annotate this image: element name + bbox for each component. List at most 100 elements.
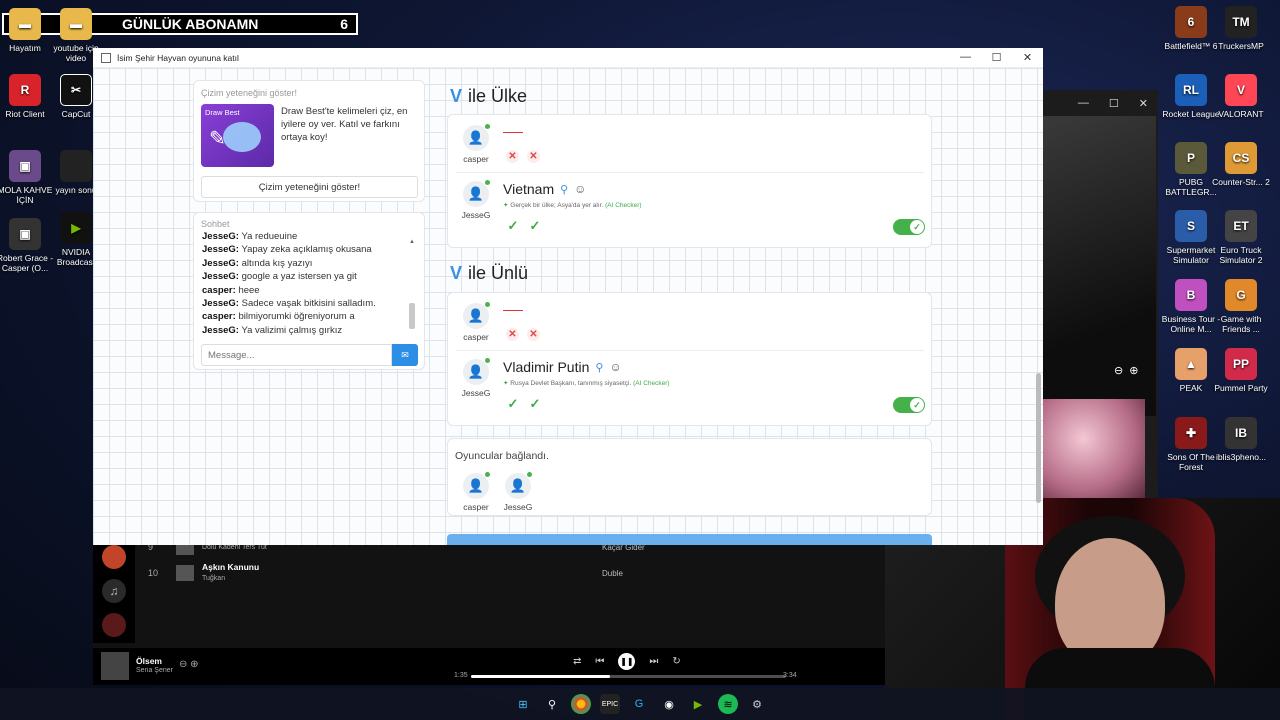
draw-best-image[interactable]: Draw Best ✎ [201, 104, 274, 167]
sons-of-forest-icon: ✚ [1175, 417, 1207, 449]
music-note-icon[interactable]: ♫ [102, 579, 126, 603]
minimize-icon[interactable]: — [1078, 97, 1089, 109]
reject-icon[interactable]: ✕ [506, 328, 519, 341]
secondary-window-controls: — ☐ ✕ [1040, 90, 1158, 116]
show-drawing-button[interactable]: Çizim yeteneğini göster! [201, 176, 418, 198]
approve-icon[interactable]: ✓ [528, 396, 542, 411]
desktop-icon-pummel-party[interactable]: PP Pummel Party [1208, 348, 1274, 393]
approve-icon[interactable]: ✓ [506, 218, 520, 233]
promo-heading: Çizim yeteneğini göster! [201, 88, 298, 98]
playlist-cover-icon[interactable] [102, 545, 126, 569]
emoji-icon[interactable]: ☺ [609, 360, 621, 374]
chat-message: JesseG: google a yaz istersen ya git [202, 271, 357, 283]
chat-message: JesseG: Ya redueuine [202, 231, 298, 242]
send-message-button[interactable]: ✉ [392, 344, 418, 366]
vote-marks: ✕ ✕ [506, 150, 540, 163]
obs-icon[interactable]: ◉ [659, 694, 679, 714]
close-icon[interactable]: ✕ [1012, 51, 1043, 64]
zoom-controls[interactable]: ⊖⊕ [1114, 364, 1144, 377]
emoji-icon[interactable]: ☺ [574, 182, 586, 196]
user-icon: 👤 [463, 358, 490, 385]
secondary-window: — ☐ ✕ ⊖⊕ [1040, 90, 1158, 498]
chrome-icon[interactable] [571, 694, 591, 714]
chat-scrollbar[interactable]: ▲ [409, 239, 415, 333]
reject-icon[interactable]: ✕ [527, 328, 540, 341]
close-icon[interactable]: ✕ [1139, 97, 1148, 110]
player-jesseg: 👤 JesseG [458, 180, 494, 220]
windows-start-icon[interactable]: ⊞ [513, 694, 533, 714]
pause-button[interactable]: ❚❚ [618, 653, 636, 670]
chat-message-input[interactable] [201, 344, 392, 366]
track-row[interactable]: 10 Aşkın Kanunu Tuğkan Duble [148, 562, 848, 582]
empty-answer [503, 132, 523, 133]
pummel-party-icon: PP [1225, 348, 1257, 380]
chat-message: JesseG: Yapay zeka açıklamış okusana [202, 244, 372, 256]
approve-icon[interactable]: ✓ [506, 396, 520, 411]
now-playing-artist[interactable]: Sena Şener [136, 667, 173, 674]
main-scrollbar[interactable] [1035, 73, 1041, 543]
primary-action-button[interactable] [447, 534, 932, 545]
desktop-icon-truckersmp[interactable]: TM TruckersMP [1208, 6, 1274, 51]
reject-icon[interactable]: ✕ [527, 150, 540, 163]
search-icon[interactable]: ⚲ [542, 694, 562, 714]
player-casper: 👤 casper [458, 302, 494, 342]
elapsed-time: 1:35 [454, 672, 468, 679]
like-remove-icons[interactable]: ⊖ ⊕ [179, 659, 199, 670]
answer-valid-toggle[interactable]: ✓ [893, 397, 925, 413]
image-file-icon: ▣ [9, 218, 41, 250]
sparkle-icon: ✦ [503, 202, 509, 209]
chat-message: casper: bilmiyorumki öğreniyorum a [202, 311, 355, 323]
settings-gear-icon[interactable]: ⚙ [747, 694, 767, 714]
shuffle-icon[interactable]: ⇄ [573, 656, 581, 667]
maximize-icon[interactable]: ☐ [981, 51, 1012, 64]
reject-icon[interactable]: ✕ [506, 150, 519, 163]
game-window: İsim Şehir Hayvan oyununa katıl — ☐ ✕ Çi… [93, 48, 1043, 545]
next-icon[interactable]: ⏭ [649, 656, 658, 667]
search-icon[interactable]: ⚲ [595, 361, 603, 374]
app-icon [101, 52, 111, 63]
players-status-card: Oyuncular bağlandı. 👤 casper 👤 JesseG [447, 438, 932, 516]
user-icon: 👤 [463, 302, 490, 329]
euro-truck-icon: ET [1225, 210, 1257, 242]
valorant-icon: V [1225, 74, 1257, 106]
progress-bar[interactable] [471, 675, 786, 678]
chat-message: JesseG: Ya valizimi çalmış gırkız [202, 324, 343, 336]
pubg-icon: P [1175, 142, 1207, 174]
vote-marks: ✓ ✓ [506, 396, 542, 411]
search-icon[interactable]: ⚲ [560, 183, 568, 196]
player-casper: 👤 casper [458, 472, 494, 512]
desktop-icon-iblis[interactable]: IB iblis3pheno... [1208, 417, 1274, 462]
spotify-icon[interactable]: ≋ [718, 694, 738, 714]
vote-marks: ✓ ✓ [506, 218, 542, 233]
image-file-icon: ▣ [9, 150, 41, 182]
desktop-icon-counter-strike[interactable]: CS Counter-Str... 2 [1208, 142, 1274, 187]
answer-card-country: 👤 casper ✕ ✕ 👤 JesseG Vietnam ⚲ ☺ ✦ Gerç… [447, 114, 932, 248]
desktop-icon-euro-truck[interactable]: ET Euro Truck Simulator 2 [1208, 210, 1274, 265]
artist-avatar[interactable] [102, 613, 126, 637]
desktop-icon-valorant[interactable]: V VALORANT [1208, 74, 1274, 119]
total-time: 3:34 [783, 672, 797, 679]
maximize-icon[interactable]: ☐ [1109, 97, 1119, 110]
answer-valid-toggle[interactable]: ✓ [893, 219, 925, 235]
category-header-celebrity: Vile Ünlü [450, 263, 529, 283]
folder-icon: ▬ [60, 8, 92, 40]
chat-message: JesseG: altında kış yazıyı [202, 257, 313, 269]
vote-marks: ✕ ✕ [506, 328, 540, 341]
game-canvas: Çizim yeteneğini göster! Draw Best ✎ Dra… [93, 68, 1043, 545]
minimize-icon[interactable]: — [950, 51, 981, 64]
user-icon: 👤 [463, 180, 490, 207]
logitech-icon[interactable]: G [629, 694, 649, 714]
desktop-icon-game-with-friends[interactable]: G Game with Friends ... [1208, 279, 1274, 334]
business-tour-icon: B [1175, 279, 1207, 311]
approve-icon[interactable]: ✓ [528, 218, 542, 233]
capcut-icon: ✂ [60, 74, 92, 106]
previous-icon[interactable]: ⏮ [595, 656, 604, 667]
secondary-window-thumbnail [1042, 399, 1145, 498]
epic-games-icon[interactable]: EPIC [600, 694, 620, 714]
window-titlebar: İsim Şehir Hayvan oyununa katıl — ☐ ✕ [93, 48, 1043, 68]
now-playing-title[interactable]: Ölsem [136, 656, 162, 666]
game-with-friends-icon: G [1225, 279, 1257, 311]
riot-client-icon: R [9, 74, 41, 106]
nvidia-icon[interactable]: ▶ [688, 694, 708, 714]
repeat-icon[interactable]: ↻ [672, 656, 680, 667]
